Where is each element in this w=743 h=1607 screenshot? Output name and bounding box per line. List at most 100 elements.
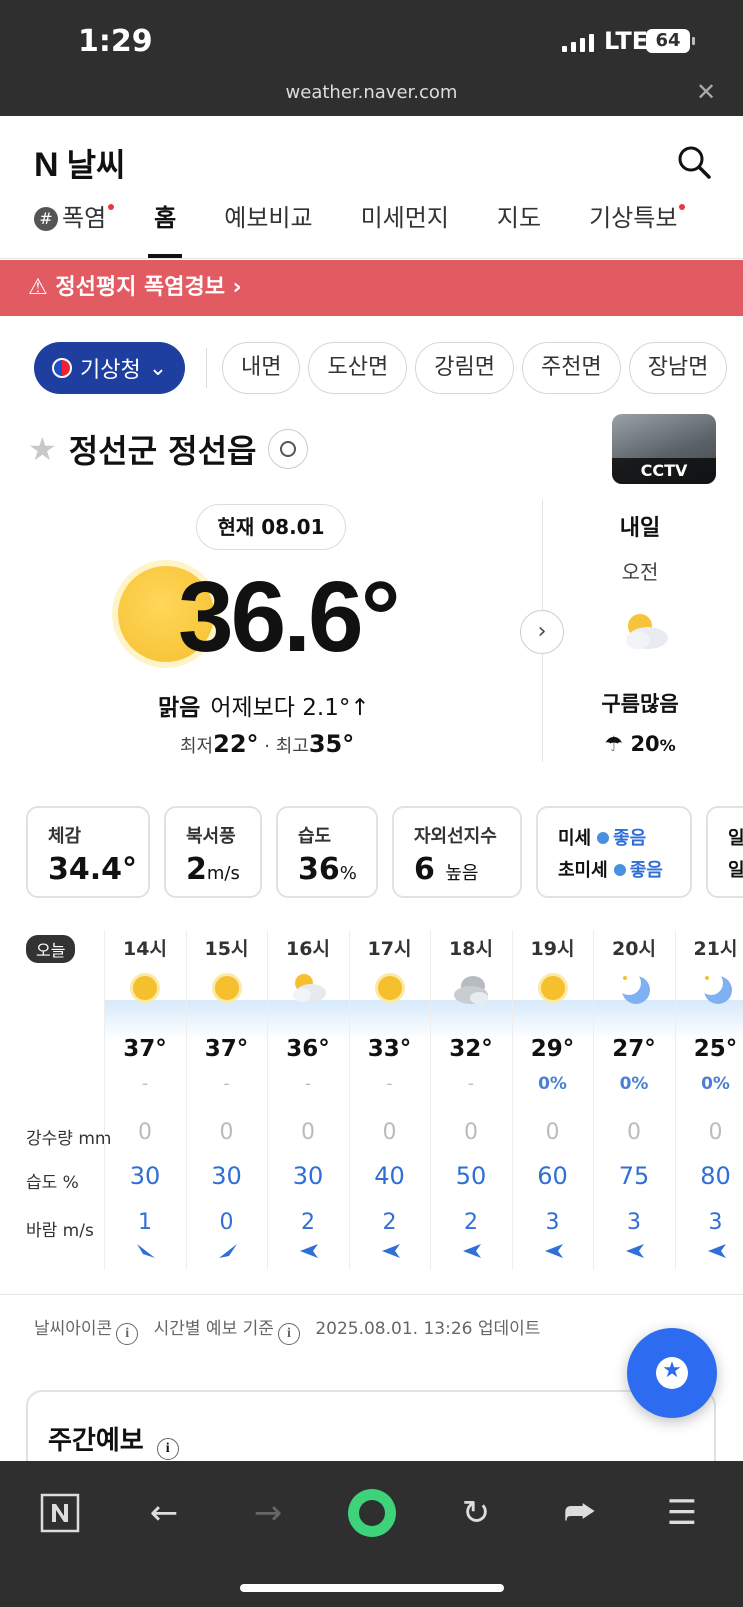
partly-cloudy-icon bbox=[626, 614, 668, 649]
wind-direction-icon bbox=[137, 1244, 155, 1258]
chevron-down-icon: ⌄ bbox=[148, 355, 168, 381]
tab-label: 폭염 bbox=[62, 204, 107, 232]
naver-weather-logo[interactable]: N 날씨 bbox=[34, 140, 125, 186]
rain-probability: - bbox=[223, 1074, 230, 1094]
sun-icon bbox=[370, 968, 410, 1008]
hour-column: 18시 32° - 0 50 2 bbox=[430, 930, 511, 1270]
tab-0[interactable]: # 폭염 bbox=[34, 198, 115, 258]
region-chip[interactable]: 장남면 bbox=[628, 342, 728, 394]
humidity-value: 50 bbox=[455, 1162, 487, 1190]
hour-column: 15시 37° - 0 30 0 bbox=[185, 930, 267, 1270]
forward-icon[interactable]: → bbox=[240, 1485, 296, 1541]
today-badge: 오늘 bbox=[26, 935, 76, 963]
cctv-thumbnail[interactable]: CCTV bbox=[612, 414, 716, 484]
card-value: 36% bbox=[298, 852, 357, 887]
hourly-forecast[interactable]: 14시 37° -0 30 1 15시 37° -0 30 0 16시 36° -0 30 2 17시 33° -… bbox=[104, 930, 743, 1270]
wind-direction-icon bbox=[218, 1244, 237, 1258]
humidity-card[interactable]: 습도 36% bbox=[276, 806, 378, 898]
location-header: ★ 정선군 정선읍 bbox=[28, 426, 309, 472]
sun-icon bbox=[207, 968, 247, 1008]
card-label: 북서풍 bbox=[186, 826, 236, 847]
hour-column: 17시 33° - 0 40 2 bbox=[348, 930, 430, 1270]
region-chip[interactable]: 내면 bbox=[222, 342, 301, 394]
heat-alert-banner[interactable]: ⚠ 정선평지 폭염경보 › bbox=[0, 260, 743, 316]
region-chips: 내면 도산면 강림면 주천면 장남면 bbox=[222, 342, 728, 394]
hour-column: 19시 29° 0% 0 60 3 bbox=[511, 930, 593, 1270]
naver-home-icon[interactable] bbox=[32, 1485, 88, 1541]
home-indicator bbox=[240, 1584, 504, 1592]
alert-text: 정선평지 폭염경보 bbox=[55, 275, 225, 300]
humidity-value: 30 bbox=[211, 1162, 242, 1190]
tab-4[interactable]: 지도 bbox=[497, 198, 541, 258]
weekly-title: 주간예보 i bbox=[48, 1420, 189, 1460]
tab-3[interactable]: 미세먼지 bbox=[361, 198, 449, 258]
info-icon[interactable]: i bbox=[116, 1323, 139, 1345]
region-chip[interactable]: 강림면 bbox=[415, 342, 514, 394]
wind-direction-icon bbox=[463, 1244, 481, 1258]
weather-icon-info-label: 날씨아이콘 bbox=[34, 1319, 113, 1339]
source-selector[interactable]: 기상청 ⌄ bbox=[34, 342, 186, 394]
rain-amount: 0 bbox=[627, 1120, 641, 1145]
hour-temp: 37° bbox=[123, 1036, 167, 1062]
humidity-value: 75 bbox=[618, 1162, 650, 1190]
naver-n-logo: N bbox=[34, 146, 59, 184]
tab-label: 지도 bbox=[496, 204, 542, 232]
new-dot-badge bbox=[679, 204, 686, 210]
wind-speed: 3 bbox=[627, 1210, 641, 1235]
favorite-star-icon[interactable]: ★ bbox=[28, 430, 57, 468]
close-icon[interactable]: ✕ bbox=[696, 78, 716, 106]
wind-direction-icon bbox=[381, 1244, 400, 1258]
humidity-value: 36 bbox=[298, 852, 340, 887]
wind-card[interactable]: 북서풍 2m/s bbox=[164, 806, 262, 898]
uv-value: 6 bbox=[414, 852, 435, 887]
compare-yesterday: 어제보다 2.1°↑ bbox=[210, 695, 370, 721]
wind-direction-icon bbox=[544, 1244, 563, 1258]
info-icon[interactable]: i bbox=[277, 1323, 300, 1345]
main-tabs: # 폭염 홈 예보비교 미세먼지 지도 기상특보 bbox=[34, 198, 725, 258]
rain-amount: 0 bbox=[545, 1120, 560, 1145]
page-title: 날씨 bbox=[66, 146, 126, 184]
tab-1[interactable]: 홈 bbox=[148, 198, 183, 258]
info-cards: 체감 34.4° 북서풍 2m/s 습도 36% 자외선지수 6 높음 미세 좋음… bbox=[26, 806, 743, 898]
pm10-label: 미세 bbox=[558, 828, 592, 849]
uv-card[interactable]: 자외선지수 6 높음 bbox=[392, 806, 522, 898]
divider bbox=[0, 1294, 743, 1295]
weather-summary: 맑음 어제보다 2.1°↑ bbox=[158, 688, 370, 722]
wind-row-label: 바람 m/s bbox=[26, 1221, 94, 1241]
extra-card[interactable]: 일 일 bbox=[706, 806, 743, 898]
info-icon[interactable]: i bbox=[156, 1438, 179, 1460]
location-name: 정선군 정선읍 bbox=[68, 432, 257, 470]
current-location-icon[interactable] bbox=[268, 429, 309, 469]
rain-row-label: 강수량 mm bbox=[26, 1129, 112, 1149]
back-icon[interactable]: ← bbox=[136, 1485, 192, 1541]
current-condition: 맑음 bbox=[158, 695, 201, 721]
green-dot-icon[interactable] bbox=[344, 1485, 400, 1541]
region-chip[interactable]: 도산면 bbox=[308, 342, 408, 394]
dust-card[interactable]: 미세 좋음 초미세 좋음 bbox=[536, 806, 692, 898]
hashtag-icon: # bbox=[34, 207, 58, 231]
battery-icon: 64 bbox=[646, 29, 695, 53]
hour-label: 15시 bbox=[204, 938, 249, 960]
rain-probability: 0% bbox=[701, 1074, 730, 1094]
tab-5[interactable]: 기상특보 bbox=[589, 198, 686, 258]
refresh-icon[interactable]: ↻ bbox=[448, 1485, 504, 1541]
feels-like-card[interactable]: 체감 34.4° bbox=[26, 806, 150, 898]
hour-column: 21시 25° 0% 0 80 3 bbox=[674, 930, 743, 1270]
tab-2[interactable]: 예보비교 bbox=[224, 198, 312, 258]
address-bar[interactable]: weather.naver.com bbox=[0, 82, 743, 103]
search-icon[interactable] bbox=[676, 144, 712, 180]
region-chip[interactable]: 주천면 bbox=[521, 342, 621, 394]
tomorrow-rain-value: 20 bbox=[630, 732, 660, 756]
tab-label: 미세먼지 bbox=[360, 204, 449, 232]
status-time: 1:29 bbox=[78, 24, 153, 59]
next-arrow-button[interactable]: › bbox=[520, 610, 564, 654]
kma-flag-icon bbox=[52, 358, 72, 378]
wind-speed: 1 bbox=[138, 1210, 152, 1235]
min-max-temp: 최저22° · 최고35° bbox=[180, 730, 355, 758]
share-icon[interactable]: ⮫ bbox=[552, 1485, 608, 1541]
divider bbox=[206, 348, 207, 388]
chat-fab-button[interactable]: ★ bbox=[627, 1328, 717, 1418]
menu-icon[interactable]: ☰ bbox=[654, 1485, 710, 1541]
umbrella-icon: ☂ bbox=[604, 732, 624, 756]
hour-temp: 27° bbox=[612, 1036, 656, 1062]
